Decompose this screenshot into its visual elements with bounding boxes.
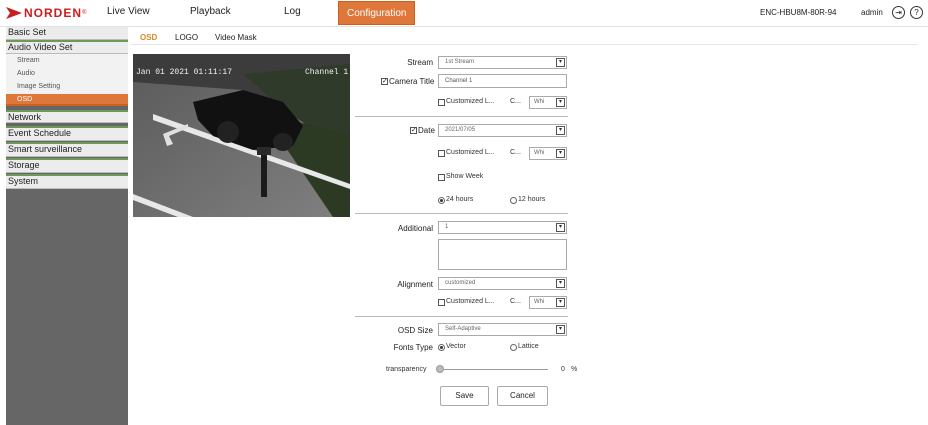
- font-vector-label: Vector: [446, 343, 466, 350]
- camera-title-customized-label: Customized L...: [446, 98, 495, 105]
- brand-name: NORDEN: [24, 6, 83, 20]
- nav-playback[interactable]: Playback: [190, 6, 231, 17]
- tab-osd[interactable]: OSD: [140, 33, 157, 42]
- transparency-slider-track[interactable]: [444, 369, 548, 370]
- brand-registered-mark: ®: [82, 10, 87, 16]
- device-name: ENC-HBU8M-80R-94: [760, 8, 837, 17]
- channel-overlay: Channel 1: [305, 68, 349, 77]
- sidebar-section-audio-video-set[interactable]: Audio Video Set: [6, 40, 128, 54]
- osd-size-select-value: Self-Adaptive: [445, 326, 481, 332]
- transparency-unit: %: [571, 366, 578, 373]
- sidebar-item-audio[interactable]: Audio: [6, 67, 128, 80]
- norden-logo-icon: [6, 7, 22, 19]
- sidebar-section-system[interactable]: System: [6, 174, 128, 189]
- dropdown-arrow-icon: ▾: [556, 58, 565, 67]
- font-lattice-label: Lattice: [518, 343, 539, 350]
- sidebar-section-network[interactable]: Network: [6, 110, 128, 123]
- date-label: Date: [418, 126, 435, 135]
- transparency-slider-handle[interactable]: [436, 365, 444, 373]
- video-preview: Jan 01 2021 01:11:17 Channel 1: [133, 54, 350, 217]
- sidebar-section-smart-surveillance[interactable]: Smart surveillance: [6, 142, 128, 157]
- osd-size-select[interactable]: Self-Adaptive ▾: [438, 323, 567, 336]
- camera-title-input[interactable]: Channel 1: [438, 74, 567, 88]
- alignment-customized-checkbox[interactable]: [438, 299, 445, 306]
- font-lattice-radio[interactable]: [510, 344, 517, 351]
- stream-select-value: 1st Stream: [445, 59, 475, 65]
- section-divider: [355, 213, 568, 214]
- sidebar-section-event-schedule[interactable]: Event Schedule: [6, 126, 128, 141]
- camera-title-customized-checkbox[interactable]: [438, 99, 445, 106]
- show-week-label: Show Week: [446, 173, 484, 180]
- stream-select[interactable]: 1st Stream ▾: [438, 56, 567, 69]
- dropdown-arrow-icon: ▾: [556, 325, 565, 334]
- sidebar-item-stream[interactable]: Stream: [6, 54, 128, 67]
- camera-title-label: Camera Title: [389, 77, 435, 86]
- camera-title-color-label: C...: [510, 98, 521, 105]
- alignment-label: Alignment: [397, 280, 433, 289]
- section-divider: [355, 316, 568, 317]
- date-color-value: Whi: [534, 150, 545, 156]
- date-color-label: C...: [510, 149, 521, 156]
- stream-label: Stream: [407, 58, 433, 67]
- alignment-color-label: C...: [510, 298, 521, 305]
- logout-icon[interactable]: ⇥: [892, 6, 905, 19]
- dropdown-arrow-icon: ▾: [556, 126, 565, 135]
- additional-select-value: 1: [445, 224, 449, 230]
- current-user: admin: [861, 8, 883, 17]
- save-button[interactable]: Save: [440, 386, 489, 406]
- date-checkbox[interactable]: ✓: [410, 127, 417, 134]
- dropdown-arrow-icon: ▾: [556, 279, 565, 288]
- hour24-label: 24 hours: [446, 196, 474, 203]
- alignment-select[interactable]: customized ▾: [438, 277, 567, 290]
- date-customized-checkbox[interactable]: [438, 150, 445, 157]
- sidebar-item-image-setting[interactable]: Image Setting: [6, 80, 128, 94]
- alignment-color-select[interactable]: Whi ▾: [529, 296, 567, 309]
- hour24-radio[interactable]: [438, 197, 445, 204]
- tab-underline: [130, 44, 918, 45]
- hour12-radio[interactable]: [510, 197, 517, 204]
- help-icon[interactable]: ?: [910, 6, 923, 19]
- nav-log[interactable]: Log: [284, 6, 301, 17]
- additional-text-area[interactable]: [438, 239, 567, 270]
- osd-size-label: OSD Size: [397, 326, 433, 335]
- datetime-overlay: Jan 01 2021 01:11:17: [136, 68, 233, 77]
- date-customized-label: Customized L...: [446, 149, 495, 156]
- alignment-color-value: Whi: [534, 299, 545, 305]
- transparency-value: 0: [561, 366, 565, 373]
- camera-title-color-select[interactable]: Whi ▾: [529, 96, 567, 109]
- alignment-customized-label: Customized L...: [446, 298, 495, 305]
- alignment-select-value: customized: [445, 280, 476, 286]
- date-color-select[interactable]: Whi ▾: [529, 147, 567, 160]
- transparency-label: transparency: [386, 366, 427, 373]
- nav-configuration[interactable]: Configuration: [338, 1, 416, 25]
- tab-video-mask[interactable]: Video Mask: [215, 33, 257, 42]
- sidebar-section-basic-set[interactable]: Basic Set: [6, 27, 128, 40]
- tab-logo[interactable]: LOGO: [175, 33, 198, 42]
- hour12-label: 12 hours: [518, 196, 546, 203]
- dropdown-arrow-icon: ▾: [556, 298, 565, 307]
- cancel-button[interactable]: Cancel: [497, 386, 548, 406]
- section-divider: [355, 116, 568, 117]
- dropdown-arrow-icon: ▾: [556, 98, 565, 107]
- dropdown-arrow-icon: ▾: [556, 223, 565, 232]
- nav-live-view[interactable]: Live View: [107, 6, 150, 17]
- fonts-type-label: Fonts Type: [393, 343, 433, 352]
- camera-title-checkbox[interactable]: ✓: [381, 78, 388, 85]
- dropdown-arrow-icon: ▾: [556, 149, 565, 158]
- camera-scene-image: [133, 54, 350, 217]
- brand-logo: NORDEN ®: [6, 5, 86, 21]
- sidebar: Basic Set Audio Video Set Stream Audio I…: [6, 27, 128, 425]
- camera-title-color-value: Whi: [534, 99, 545, 105]
- additional-select[interactable]: 1 ▾: [438, 221, 567, 234]
- sidebar-section-storage[interactable]: Storage: [6, 158, 128, 173]
- sidebar-item-osd[interactable]: OSD: [6, 94, 128, 106]
- additional-label: Additional: [397, 224, 433, 233]
- date-format-select[interactable]: 2021/07/05 ▾: [438, 124, 567, 137]
- font-vector-radio[interactable]: [438, 344, 445, 351]
- show-week-checkbox[interactable]: [438, 174, 445, 181]
- date-format-value: 2021/07/05: [445, 127, 476, 133]
